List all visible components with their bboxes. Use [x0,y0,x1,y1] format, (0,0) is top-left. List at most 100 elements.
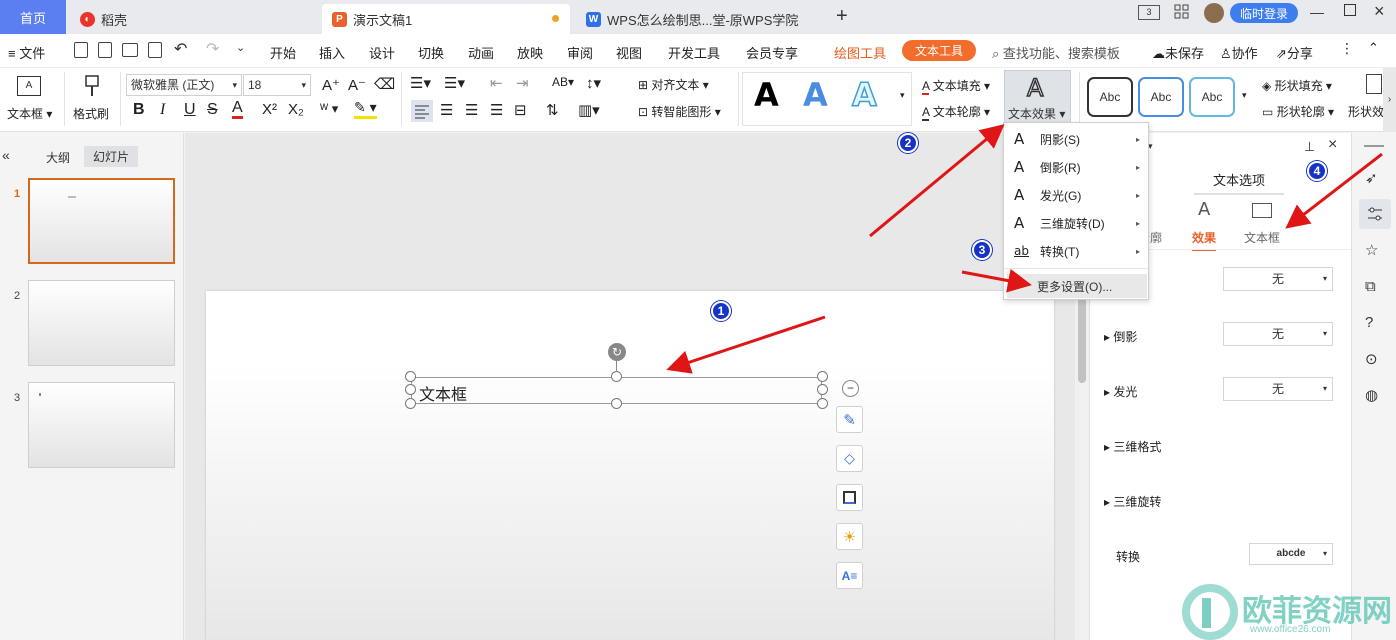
tab-text-options[interactable]: 文本选项 [1194,163,1284,195]
shadow-select[interactable]: 无 ▾ [1223,267,1333,291]
resize-handle[interactable] [817,371,828,382]
star-icon[interactable]: ☆ [1365,241,1385,261]
tab-wps-academy[interactable]: W WPS怎么绘制思...堂-原WPS学院 [576,4,826,34]
textbox-icon[interactable]: A [17,76,41,96]
share-button[interactable]: ⇗分享 [1276,43,1313,62]
properties-tab-active[interactable] [1359,199,1391,229]
shape-effect-button[interactable]: 形状效 [1348,103,1384,120]
menu-item-reflection[interactable]: A 倒影(R) ▸ [1004,153,1148,181]
menu-item-more-settings[interactable]: 更多设置(O)... [1007,274,1147,298]
resize-handle[interactable] [405,384,416,395]
sub-tab-textbox[interactable]: 文本框 [1244,229,1280,246]
3d-format-row[interactable]: ▸ 三维格式 [1104,438,1161,455]
avatar[interactable] [1204,3,1224,23]
shape-style-lightblue[interactable]: Abc [1189,77,1235,117]
file-menu[interactable]: ≡ 文件 [8,43,45,62]
menu-developer[interactable]: 开发工具 [668,43,720,62]
text-style-black[interactable]: A [754,76,779,114]
reflection-row[interactable]: ▸ 倒影 [1104,328,1137,345]
resize-handle[interactable] [611,371,622,382]
tab-home[interactable]: 首页 [0,0,66,34]
phonetic-icon[interactable]: ᵂ ▾ [320,101,338,117]
align-center-icon[interactable]: ☰ [440,101,453,119]
decrease-indent-icon[interactable]: ⇤ [490,74,503,92]
shape-style-blue[interactable]: Abc [1138,77,1184,117]
apps-grid-icon[interactable] [1174,4,1190,20]
shape-style-black[interactable]: Abc [1087,77,1133,117]
text-layout-button[interactable]: A≡ [836,562,863,589]
outline-style-button[interactable] [836,484,863,511]
tab-daoke[interactable]: ◐ 稻壳 [68,4,318,34]
sub-tab-effect[interactable]: 效果 [1192,229,1217,251]
rocket-icon[interactable]: ➶ [1365,169,1385,189]
align-right-icon[interactable]: ☰ [465,101,478,119]
menu-item-glow[interactable]: A 发光(G) ▸ [1004,181,1148,209]
slide-1[interactable] [206,291,1054,640]
slide-thumbnail-3[interactable] [28,382,175,468]
smart-idea-button[interactable]: ☀ [836,523,863,550]
ribbon-scroll-right-icon[interactable]: › [1383,68,1396,132]
font-color-icon[interactable]: A [232,99,243,119]
maximize-icon[interactable] [1344,4,1356,16]
align-left-icon[interactable] [411,100,433,122]
text-style-outline[interactable]: A [851,75,877,115]
text-box-content[interactable]: 文本框 [419,381,467,405]
glow-row[interactable]: ▸ 发光 [1104,383,1137,400]
menu-view[interactable]: 视图 [616,43,642,62]
more-vertical-icon[interactable]: ⋮ [1340,40,1354,57]
highlight-icon[interactable]: ✎ ▾ [354,99,377,119]
menu-insert[interactable]: 插入 [319,43,345,62]
format-painter-icon[interactable] [83,74,101,98]
shape-outline-button[interactable]: ▭ 形状轮廓 ▾ [1262,103,1334,120]
menu-item-3d-rotation[interactable]: A 三维旋转(D) ▸ [1004,209,1148,237]
textbox-button[interactable]: 文本框 ▾ [7,105,52,122]
menu-item-shadow[interactable]: A 阴影(S) ▸ [1004,125,1148,153]
window-layout-icon[interactable]: 3 [1138,5,1160,20]
close-icon[interactable]: × [1374,1,1385,22]
minimize-icon[interactable]: — [1310,4,1324,20]
superscript-icon[interactable]: X² [262,101,277,118]
italic-icon[interactable]: I [160,101,165,119]
3d-rotation-row[interactable]: ▸ 三维旋转 [1104,493,1161,510]
increase-font-icon[interactable]: A⁺ [322,76,340,94]
rotate-handle-icon[interactable]: ↻ [608,343,626,361]
transform-select[interactable]: abcde ▾ [1249,543,1333,565]
menu-draw-tools[interactable]: 绘图工具 [834,43,886,62]
collapse-quick-tools-icon[interactable]: − [842,380,859,397]
shape-gallery-more-icon[interactable]: ▾ [1242,90,1247,101]
collapse-ribbon-icon[interactable]: ⌃ [1368,40,1379,56]
pin-icon[interactable]: ⊥ [1304,139,1315,155]
menu-member[interactable]: 会员专享 [746,43,798,62]
login-button[interactable]: 临时登录 [1230,3,1298,23]
menu-review[interactable]: 审阅 [567,43,593,62]
resize-handle[interactable] [817,384,828,395]
text-style-blue[interactable]: A [803,76,828,114]
slide-thumbnail-2[interactable] [28,280,175,366]
menu-slideshow[interactable]: 放映 [517,43,543,62]
line-spacing-icon[interactable]: ↕▾ [586,74,601,92]
layers-icon[interactable]: ⧉ [1365,278,1385,298]
pen-style-button[interactable]: ✎ [836,406,863,433]
gallery-more-icon[interactable]: ▾ [900,90,905,101]
customize-dropdown-icon[interactable]: ⌄ [236,41,245,54]
menu-item-transform[interactable]: ab 转换(T) ▸ [1004,237,1148,265]
subscript-icon[interactable]: X₂ [288,101,304,118]
tab-outline[interactable]: 大纲 [46,149,70,166]
strikethrough-icon[interactable]: S [207,101,218,119]
idea-icon[interactable]: ◍ [1365,386,1385,406]
slide-thumbnail-1[interactable] [28,178,175,264]
text-direction-icon[interactable]: AB▾ [552,75,574,89]
tab-slides[interactable]: 幻灯片 [84,146,139,167]
redo-icon[interactable]: ↷ [206,39,219,59]
clear-format-icon[interactable]: ⌫ [374,75,395,93]
backup-icon[interactable]: ⊙ [1365,350,1385,370]
bold-icon[interactable]: B [133,101,145,119]
tab-document[interactable]: P 演示文稿1 [322,4,570,34]
save-icon[interactable] [74,42,88,58]
menu-animation[interactable]: 动画 [468,43,494,62]
panel-close-icon[interactable]: × [1328,136,1337,154]
bullet-list-icon[interactable]: ☰▾ [410,74,431,92]
resize-handle[interactable] [611,398,622,409]
text-fill-button[interactable]: A 文本填充 ▾ [922,77,990,95]
smart-shape-button[interactable]: ⊡ 转智能图形 ▾ [638,103,721,120]
